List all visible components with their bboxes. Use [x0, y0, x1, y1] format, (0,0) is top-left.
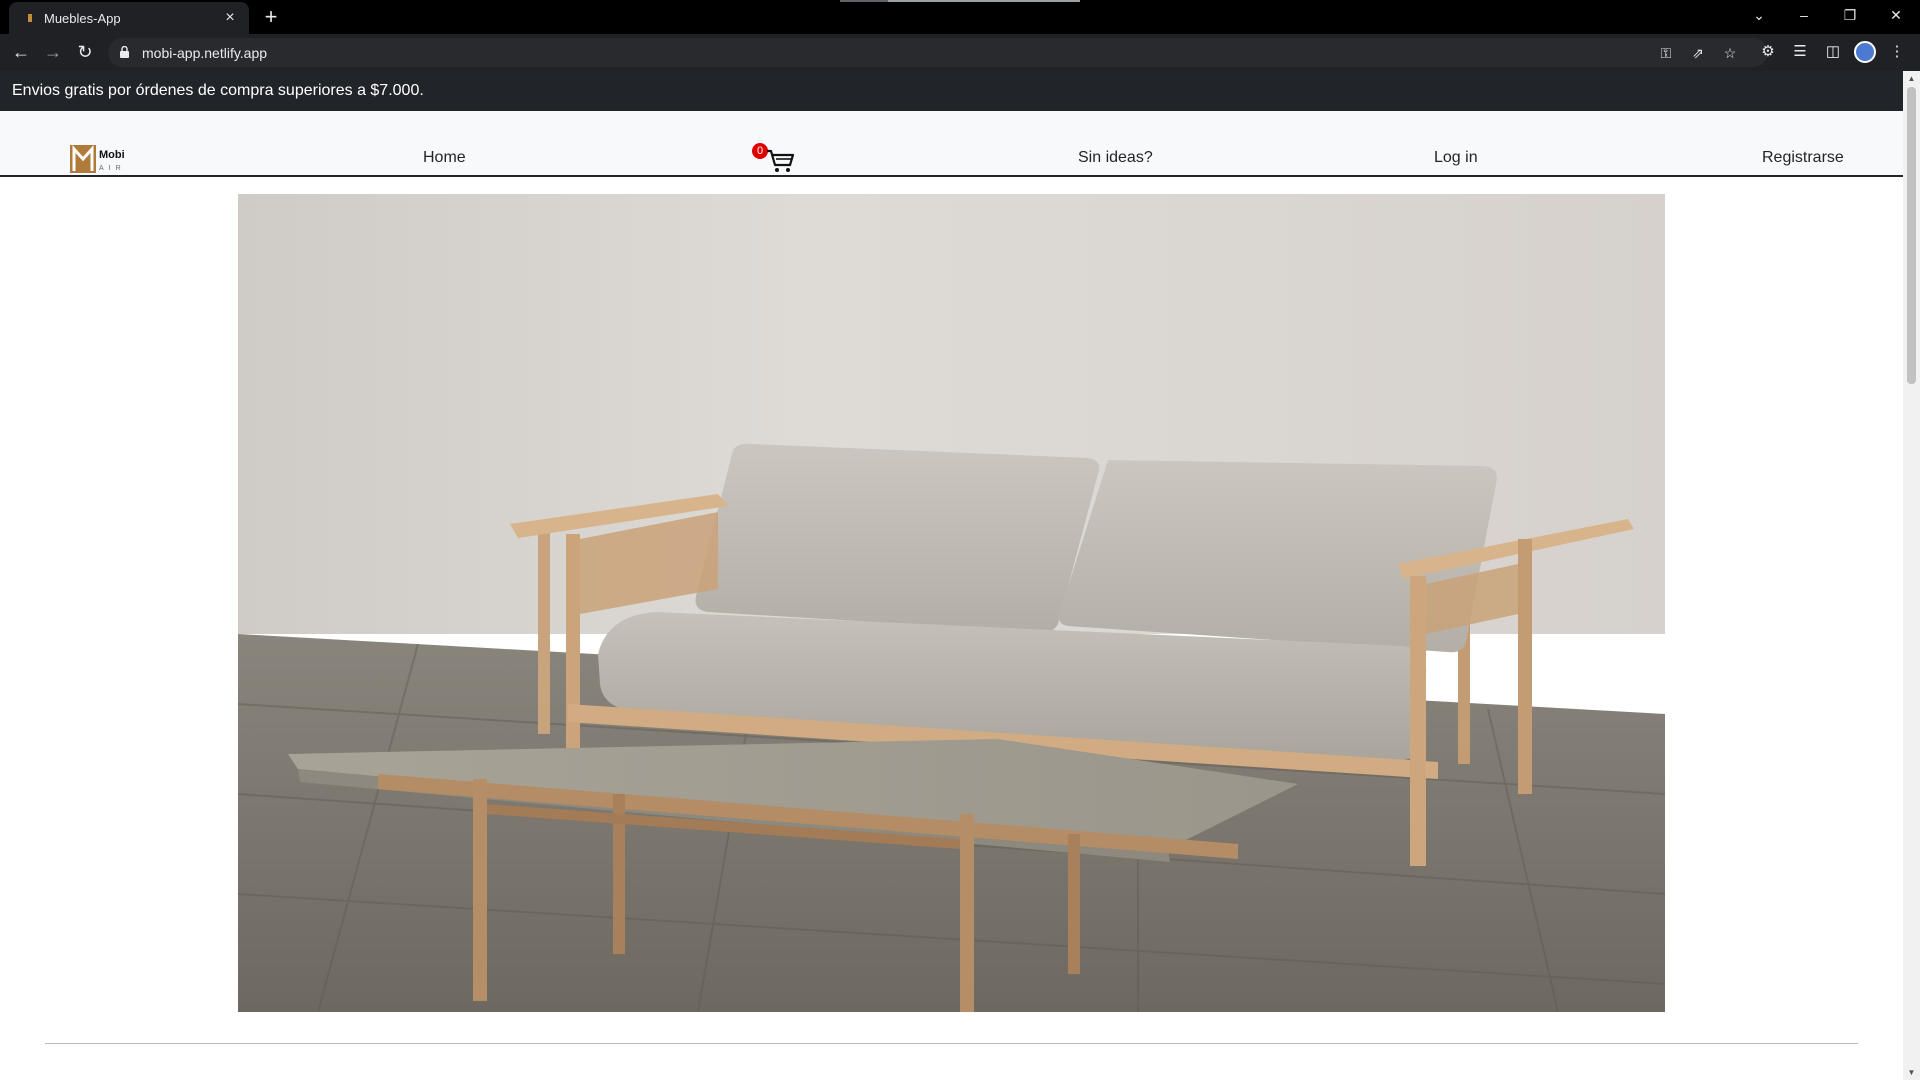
tab-search-chevron-icon[interactable]: ⌄ — [1745, 4, 1773, 26]
url-text: mobi-app.netlify.app — [142, 45, 268, 61]
logo-text: Mobi — [99, 149, 125, 161]
reading-list-icon[interactable]: ☰ — [1789, 41, 1811, 63]
window-close-icon[interactable]: ✕ — [1882, 4, 1910, 26]
tab-title: Muebles-App — [44, 11, 121, 26]
forward-button[interactable]: → — [41, 40, 65, 64]
scroll-thumb[interactable] — [1907, 87, 1916, 384]
star-icon[interactable]: ☆ — [1720, 43, 1740, 63]
scroll-up-icon[interactable]: ▲ — [1907, 74, 1916, 83]
back-button[interactable]: ← — [9, 40, 33, 64]
section-divider — [45, 1043, 1858, 1044]
hero-image — [238, 194, 1665, 1012]
nav-link-home[interactable]: Home — [423, 149, 466, 167]
page-scrollbar[interactable]: ▲ ▼ — [1903, 71, 1920, 1080]
new-tab-button[interactable]: + — [259, 5, 283, 29]
puzzle-icon[interactable]: ⚙ — [1757, 41, 1779, 63]
share-icon[interactable]: ⇗ — [1688, 43, 1708, 63]
page-viewport: Envios gratis por órdenes de compra supe… — [0, 71, 1903, 1080]
browser-tab[interactable]: Muebles-App × — [9, 2, 249, 34]
logo-subtext: AIR — [99, 165, 126, 172]
scroll-down-icon[interactable]: ▼ — [1907, 1068, 1916, 1077]
minimize-icon[interactable]: – — [1790, 4, 1818, 26]
side-panel-icon[interactable]: ◫ — [1822, 41, 1844, 63]
nav-link-sin-ideas[interactable]: Sin ideas? — [1078, 149, 1153, 167]
address-bar[interactable]: mobi-app.netlify.app ⚿ ⇗ ☆ — [108, 38, 1768, 67]
cart-button[interactable]: 0 — [752, 143, 796, 175]
tab-search-strip-highlight — [888, 0, 1080, 2]
nav-link-login[interactable]: Log in — [1434, 149, 1478, 167]
profile-avatar[interactable] — [1854, 41, 1876, 63]
lock-icon — [120, 46, 129, 58]
favicon-icon — [28, 14, 32, 22]
key-icon[interactable]: ⚿ — [1656, 43, 1676, 63]
reload-button[interactable]: ↻ — [73, 40, 97, 64]
shopping-cart-icon — [767, 149, 794, 172]
browser-toolbar: ← → ↻ mobi-app.netlify.app ⚿ ⇗ ☆ ⚙ ☰ ◫ ⋮ — [0, 34, 1920, 71]
browser-tab-bar: Muebles-App × + ⌄ – ❐ ✕ — [0, 0, 1920, 34]
mobi-air-logo[interactable]: Mobi AIR — [70, 145, 132, 173]
promo-banner: Envios gratis por órdenes de compra supe… — [0, 71, 1903, 111]
restore-icon[interactable]: ❐ — [1836, 4, 1864, 26]
promo-text: Envios gratis por órdenes de compra supe… — [12, 82, 424, 99]
main-navbar: Mobi AIR Home 0 Sin ideas? Log in Regist… — [0, 111, 1903, 177]
nav-link-registrarse[interactable]: Registrarse — [1762, 149, 1844, 167]
kebab-menu-icon[interactable]: ⋮ — [1886, 41, 1908, 63]
tab-close-icon[interactable]: × — [221, 9, 239, 27]
